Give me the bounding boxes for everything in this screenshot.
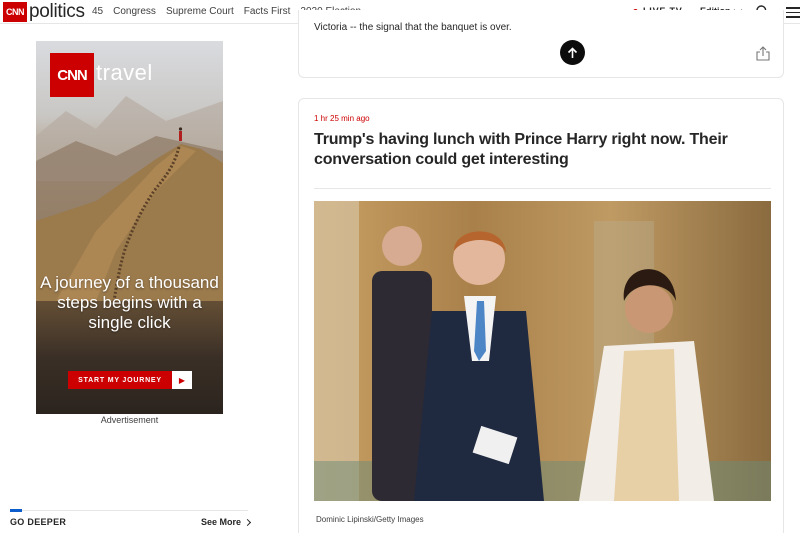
start-journey-label: START MY JOURNEY: [68, 371, 172, 389]
advertisement-label: Advertisement: [100, 415, 159, 425]
chevron-right-icon: [243, 518, 252, 526]
go-deeper-divider: [10, 510, 248, 511]
scroll-to-top-button[interactable]: [560, 40, 585, 65]
go-deeper-accent: [10, 509, 22, 512]
play-arrow-icon: ▶: [178, 375, 186, 385]
nav-link-congress[interactable]: Congress: [113, 6, 156, 17]
live-post-card: 1 hr 25 min ago Trump's having lunch wit…: [298, 98, 784, 533]
nav-link-45[interactable]: 45: [92, 6, 103, 17]
post-divider: [314, 188, 771, 189]
ad-headline: A journey of a thousand steps begins wit…: [40, 273, 219, 332]
advertisement-banner[interactable]: CNN travel A journey of a thousand steps…: [36, 41, 223, 414]
nav-link-supreme-court[interactable]: Supreme Court: [166, 6, 234, 17]
photo-credit: Dominic Lipinski/Getty Images: [316, 515, 424, 524]
arrow-up-icon: [567, 46, 578, 58]
go-deeper-title: GO DEEPER: [10, 517, 67, 527]
start-journey-button[interactable]: START MY JOURNEY ▶: [68, 371, 192, 389]
post-timestamp: 1 hr 25 min ago: [314, 114, 370, 123]
post-photo[interactable]: [314, 201, 771, 501]
share-icon[interactable]: [756, 46, 770, 61]
see-more-label: See More: [201, 517, 242, 527]
cnn-travel-logo: CNN: [50, 53, 94, 97]
menu-icon[interactable]: [786, 7, 800, 18]
section-title[interactable]: politics: [29, 1, 85, 23]
previous-post-text: Victoria -- the signal that the banquet …: [314, 22, 512, 33]
nav-link-facts-first[interactable]: Facts First: [244, 6, 291, 17]
post-headline[interactable]: Trump's having lunch with Prince Harry r…: [314, 130, 734, 170]
cnn-logo[interactable]: CNN: [3, 2, 27, 22]
see-more-link[interactable]: See More: [201, 517, 252, 527]
previous-post-card: Victoria -- the signal that the banquet …: [298, 10, 784, 78]
harry-meghan-photo-image: [314, 201, 771, 501]
ad-brand-name: travel: [96, 60, 153, 85]
